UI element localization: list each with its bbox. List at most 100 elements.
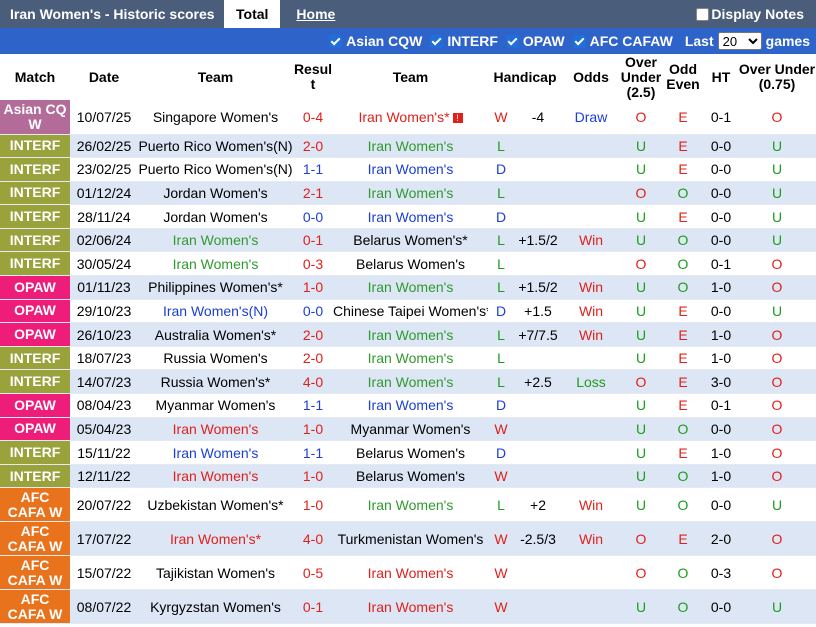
away-team[interactable]: Belarus Women's bbox=[356, 445, 465, 461]
last-games-select[interactable]: 20 bbox=[717, 32, 762, 50]
away-team[interactable]: Turkmenistan Women's bbox=[338, 531, 484, 547]
home-team[interactable]: Puerto Rico Women's(N) bbox=[138, 161, 292, 177]
home-team[interactable]: Philippines Women's* bbox=[148, 279, 283, 295]
match-cell[interactable]: OPAW bbox=[0, 275, 70, 300]
table-row[interactable]: Asian CQ W 10/07/25 Singapore Women's 0-4 Ir… bbox=[0, 100, 816, 135]
table-row[interactable]: AFC CAFA W 08/07/22 Kyrgyzstan Women's 0-1 I… bbox=[0, 589, 816, 625]
home-team[interactable]: Iran Women's bbox=[173, 468, 259, 484]
match-cell[interactable]: AFC CAFA W bbox=[0, 521, 70, 557]
away-team[interactable]: Iran Women's bbox=[368, 599, 454, 615]
away-team[interactable]: Iran Women's bbox=[368, 374, 454, 390]
away-team[interactable]: Belarus Women's* bbox=[353, 232, 467, 248]
home-team[interactable]: Iran Women's(N) bbox=[163, 303, 268, 319]
table-row[interactable]: AFC CAFA W 17/07/22 Iran Women's* 4-0 Turkme… bbox=[0, 521, 816, 557]
away-team[interactable]: Iran Women's bbox=[368, 209, 454, 225]
table-row[interactable]: OPAW 29/10/23 Iran Women's(N) 0-0 Chinese Ta… bbox=[0, 299, 816, 324]
match-cell[interactable]: AFC CAFA W bbox=[0, 487, 70, 523]
col-header[interactable]: Over Under (0.75) bbox=[738, 54, 816, 100]
table-row[interactable]: AFC CAFA W 20/07/22 Uzbekistan Women's* 1-0… bbox=[0, 487, 816, 523]
away-team[interactable]: Belarus Women's bbox=[356, 468, 465, 484]
match-cell[interactable]: OPAW bbox=[0, 322, 70, 347]
match-cell[interactable]: INTERF bbox=[0, 228, 70, 253]
checkbox-checked-icon[interactable] bbox=[430, 34, 444, 48]
col-header[interactable]: Result bbox=[293, 54, 333, 100]
col-header[interactable]: Team bbox=[333, 54, 488, 100]
col-header[interactable]: Date bbox=[70, 54, 138, 100]
table-row[interactable]: INTERF 12/11/22 Iran Women's 1-0 Belarus Wom… bbox=[0, 464, 816, 489]
away-team[interactable]: Iran Women's bbox=[368, 327, 454, 343]
home-team[interactable]: Jordan Women's bbox=[163, 209, 267, 225]
display-notes-toggle[interactable]: Display Notes bbox=[696, 6, 804, 22]
table-row[interactable]: INTERF 26/02/25 Puerto Rico Women's(N) 2-0 I… bbox=[0, 134, 816, 159]
home-team[interactable]: Russia Women's* bbox=[161, 374, 271, 390]
table-row[interactable]: OPAW 01/11/23 Philippines Women's* 1-0 Iran … bbox=[0, 275, 816, 300]
col-header[interactable]: Over Under (2.5) bbox=[620, 54, 662, 100]
table-row[interactable]: INTERF 01/12/24 Jordan Women's 2-1 Iran Wome… bbox=[0, 181, 816, 206]
table-row[interactable]: INTERF 28/11/24 Jordan Women's 0-0 Iran Wome… bbox=[0, 204, 816, 229]
table-row[interactable]: INTERF 15/11/22 Iran Women's 1-1 Belarus Wom… bbox=[0, 440, 816, 465]
home-team[interactable]: Jordan Women's bbox=[163, 185, 267, 201]
away-team[interactable]: Iran Women's bbox=[368, 185, 454, 201]
away-team[interactable]: Iran Women's bbox=[368, 397, 454, 413]
away-team[interactable]: Iran Women's bbox=[368, 279, 454, 295]
col-header[interactable]: Odd Even bbox=[662, 54, 704, 100]
match-cell[interactable]: INTERF bbox=[0, 464, 70, 489]
match-cell[interactable]: OPAW bbox=[0, 393, 70, 418]
match-cell[interactable]: INTERF bbox=[0, 181, 70, 206]
col-header[interactable]: HT bbox=[704, 54, 738, 100]
tab-home[interactable]: Home bbox=[296, 6, 335, 22]
home-team[interactable]: Russia Women's bbox=[163, 350, 267, 366]
match-cell[interactable]: INTERF bbox=[0, 157, 70, 182]
away-team[interactable]: Iran Women's bbox=[368, 161, 454, 177]
match-cell[interactable]: INTERF bbox=[0, 440, 70, 465]
table-row[interactable]: INTERF 18/07/23 Russia Women's 2-0 Iran Wome… bbox=[0, 346, 816, 371]
home-team[interactable]: Puerto Rico Women's(N) bbox=[138, 138, 292, 154]
match-cell[interactable]: AFC CAFA W bbox=[0, 589, 70, 625]
home-team[interactable]: Iran Women's bbox=[173, 232, 259, 248]
away-team[interactable]: Chinese Taipei Women's* bbox=[333, 303, 488, 319]
table-row[interactable]: OPAW 05/04/23 Iran Women's 1-0 Myanmar Women… bbox=[0, 417, 816, 442]
table-row[interactable]: OPAW 26/10/23 Australia Women's* 2-0 Iran Wo… bbox=[0, 322, 816, 347]
col-header[interactable]: Odds bbox=[562, 54, 620, 100]
table-row[interactable]: INTERF 30/05/24 Iran Women's 0-3 Belarus Wom… bbox=[0, 251, 816, 277]
filter-afc-cafaw[interactable]: AFC CAFAW bbox=[572, 33, 673, 49]
match-cell[interactable]: INTERF bbox=[0, 204, 70, 229]
home-team[interactable]: Tajikistan Women's bbox=[156, 565, 275, 581]
table-row[interactable]: INTERF 02/06/24 Iran Women's 0-1 Belarus Wom… bbox=[0, 228, 816, 253]
home-team[interactable]: Iran Women's bbox=[173, 421, 259, 437]
col-header[interactable]: Handicap bbox=[488, 54, 562, 100]
filter-opaw[interactable]: OPAW bbox=[505, 33, 565, 49]
away-team[interactable]: Iran Women's bbox=[368, 350, 454, 366]
table-row[interactable]: OPAW 08/04/23 Myanmar Women's 1-1 Iran Women… bbox=[0, 393, 816, 418]
match-cell[interactable]: Asian CQ W bbox=[0, 100, 70, 135]
table-row[interactable]: AFC CAFA W 15/07/22 Tajikistan Women's 0-5 I… bbox=[0, 555, 816, 591]
match-cell[interactable]: OPAW bbox=[0, 299, 70, 324]
away-team[interactable]: Iran Women's bbox=[368, 138, 454, 154]
checkbox-checked-icon[interactable] bbox=[572, 34, 586, 48]
home-team[interactable]: Iran Women's bbox=[173, 256, 259, 272]
filter-interf[interactable]: INTERF bbox=[430, 33, 498, 49]
home-team[interactable]: Iran Women's bbox=[173, 445, 259, 461]
match-cell[interactable]: INTERF bbox=[0, 134, 70, 159]
display-notes-checkbox[interactable] bbox=[696, 7, 710, 21]
home-team[interactable]: Myanmar Women's bbox=[156, 397, 276, 413]
tab-total[interactable]: Total bbox=[224, 0, 281, 28]
table-row[interactable]: INTERF 23/02/25 Puerto Rico Women's(N) 1-1 I… bbox=[0, 157, 816, 182]
home-team[interactable]: Kyrgyzstan Women's bbox=[150, 599, 281, 615]
home-team[interactable]: Iran Women's* bbox=[170, 531, 261, 547]
match-cell[interactable]: AFC CAFA W bbox=[0, 555, 70, 591]
col-header[interactable]: Match bbox=[0, 54, 70, 100]
table-row[interactable]: INTERF 14/07/23 Russia Women's* 4-0 Iran Wom… bbox=[0, 369, 816, 395]
col-header[interactable]: Team bbox=[138, 54, 293, 100]
match-cell[interactable]: INTERF bbox=[0, 346, 70, 371]
away-team[interactable]: Iran Women's bbox=[368, 565, 454, 581]
home-team[interactable]: Uzbekistan Women's* bbox=[147, 497, 283, 513]
match-cell[interactable]: OPAW bbox=[0, 417, 70, 442]
filter-asian-cqw[interactable]: Asian CQW bbox=[329, 33, 422, 49]
checkbox-checked-icon[interactable] bbox=[505, 34, 519, 48]
match-cell[interactable]: INTERF bbox=[0, 369, 70, 395]
away-team[interactable]: Iran Women's* bbox=[358, 109, 449, 125]
home-team[interactable]: Australia Women's* bbox=[155, 327, 276, 343]
away-team[interactable]: Iran Women's bbox=[368, 497, 454, 513]
away-team[interactable]: Belarus Women's bbox=[356, 256, 465, 272]
